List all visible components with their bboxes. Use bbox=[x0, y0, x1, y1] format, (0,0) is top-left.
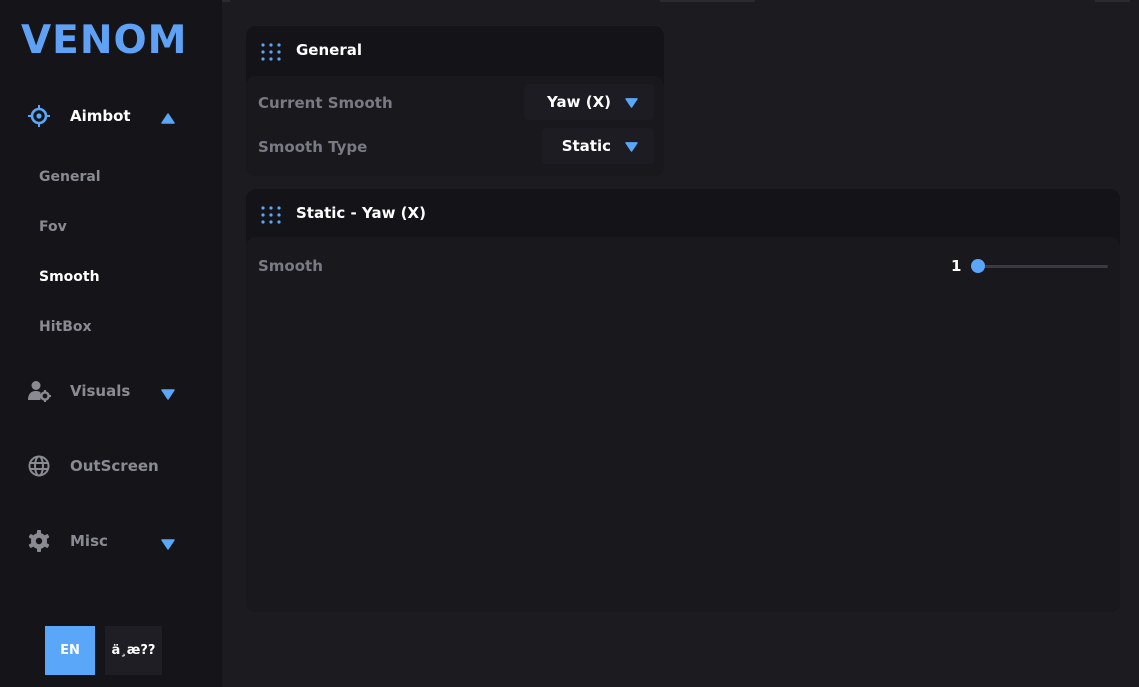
smooth-settings-panel-body: Smooth 1 bbox=[246, 237, 1120, 612]
sidebar-item-smooth[interactable]: Smooth bbox=[39, 269, 100, 285]
nav-label-aimbot: Aimbot bbox=[70, 107, 131, 125]
nav-label-visuals: Visuals bbox=[70, 382, 131, 400]
sidebar-item-fov[interactable]: Fov bbox=[39, 219, 67, 235]
smooth-slider-label: Smooth bbox=[258, 257, 323, 275]
smooth-type-dropdown[interactable]: Static bbox=[542, 128, 654, 164]
language-cn-button[interactable]: ä¸­æ?? bbox=[105, 626, 162, 675]
sidebar-item-hitbox[interactable]: HitBox bbox=[39, 319, 92, 335]
crosshair-icon bbox=[27, 104, 51, 128]
app-logo: VENOM bbox=[21, 18, 188, 63]
nav-label-outscreen: OutScreen bbox=[70, 457, 159, 475]
drag-grip-icon[interactable] bbox=[260, 205, 282, 229]
caret-down-icon bbox=[161, 535, 175, 550]
current-smooth-dropdown[interactable]: Yaw (X) bbox=[524, 84, 654, 120]
gear-icon bbox=[27, 529, 51, 553]
top-edge-detail bbox=[660, 0, 755, 2]
current-smooth-value: Yaw (X) bbox=[547, 93, 611, 111]
smooth-settings-panel-title: Static - Yaw (X) bbox=[296, 204, 426, 222]
top-edge-detail bbox=[1095, 0, 1130, 2]
smooth-settings-panel-header: Static - Yaw (X) bbox=[246, 189, 1120, 239]
smooth-slider-value: 1 bbox=[951, 257, 962, 275]
drag-grip-icon[interactable] bbox=[260, 42, 282, 66]
current-smooth-label: Current Smooth bbox=[258, 94, 393, 112]
caret-down-icon bbox=[625, 93, 638, 112]
language-en-button[interactable]: EN bbox=[45, 626, 95, 675]
user-gear-icon bbox=[27, 379, 51, 403]
sidebar: VENOM Aimbot General Fov Smooth HitBox V… bbox=[0, 0, 222, 687]
smooth-slider-track[interactable] bbox=[978, 265, 1108, 268]
nav-group-visuals[interactable]: Visuals bbox=[0, 371, 222, 411]
nav-group-outscreen[interactable]: OutScreen bbox=[0, 446, 222, 486]
general-panel-body: Current Smooth Yaw (X) Smooth Type Stati… bbox=[246, 76, 664, 176]
caret-down-icon bbox=[161, 385, 175, 400]
smooth-type-label: Smooth Type bbox=[258, 138, 368, 156]
caret-down-icon bbox=[625, 137, 638, 156]
smooth-settings-panel: Static - Yaw (X) Smooth 1 bbox=[246, 189, 1120, 612]
nav-label-misc: Misc bbox=[70, 532, 108, 550]
globe-icon bbox=[27, 454, 51, 478]
general-panel: General Current Smooth Yaw (X) Smooth Ty… bbox=[246, 26, 664, 176]
general-panel-header: General bbox=[246, 26, 664, 76]
sidebar-item-general[interactable]: General bbox=[39, 169, 101, 185]
smooth-slider-handle[interactable] bbox=[971, 259, 985, 273]
nav-group-misc[interactable]: Misc bbox=[0, 521, 222, 561]
nav-group-aimbot[interactable]: Aimbot bbox=[0, 96, 222, 136]
general-panel-title: General bbox=[296, 41, 362, 59]
caret-up-icon bbox=[161, 110, 175, 124]
smooth-type-value: Static bbox=[561, 137, 611, 155]
